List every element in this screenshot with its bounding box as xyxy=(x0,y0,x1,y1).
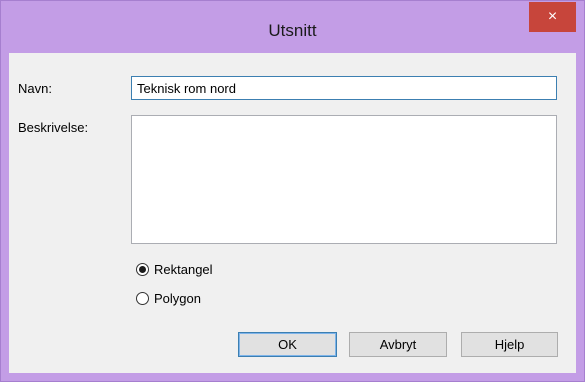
dialog-body: Navn: Beskrivelse: Rektangel Polygon OK … xyxy=(9,53,576,373)
radio-checked-icon[interactable] xyxy=(136,263,149,276)
dialog-window: Utsnitt × Navn: Beskrivelse: Rektangel P… xyxy=(0,0,585,382)
radio-polygon[interactable]: Polygon xyxy=(136,291,201,306)
description-label: Beskrivelse: xyxy=(18,120,89,135)
radio-rektangel-label: Rektangel xyxy=(154,262,213,277)
title-bar[interactable]: Utsnitt × xyxy=(1,1,584,53)
close-icon: × xyxy=(547,8,558,25)
radio-rektangel[interactable]: Rektangel xyxy=(136,262,213,277)
description-textarea[interactable] xyxy=(131,115,557,244)
radio-polygon-label: Polygon xyxy=(154,291,201,306)
window-title: Utsnitt xyxy=(268,21,317,40)
help-button[interactable]: Hjelp xyxy=(461,332,558,357)
close-button[interactable]: × xyxy=(529,2,576,32)
name-label: Navn: xyxy=(18,81,52,96)
name-input[interactable] xyxy=(131,76,557,100)
ok-button[interactable]: OK xyxy=(238,332,337,357)
cancel-button[interactable]: Avbryt xyxy=(349,332,447,357)
radio-unchecked-icon[interactable] xyxy=(136,292,149,305)
